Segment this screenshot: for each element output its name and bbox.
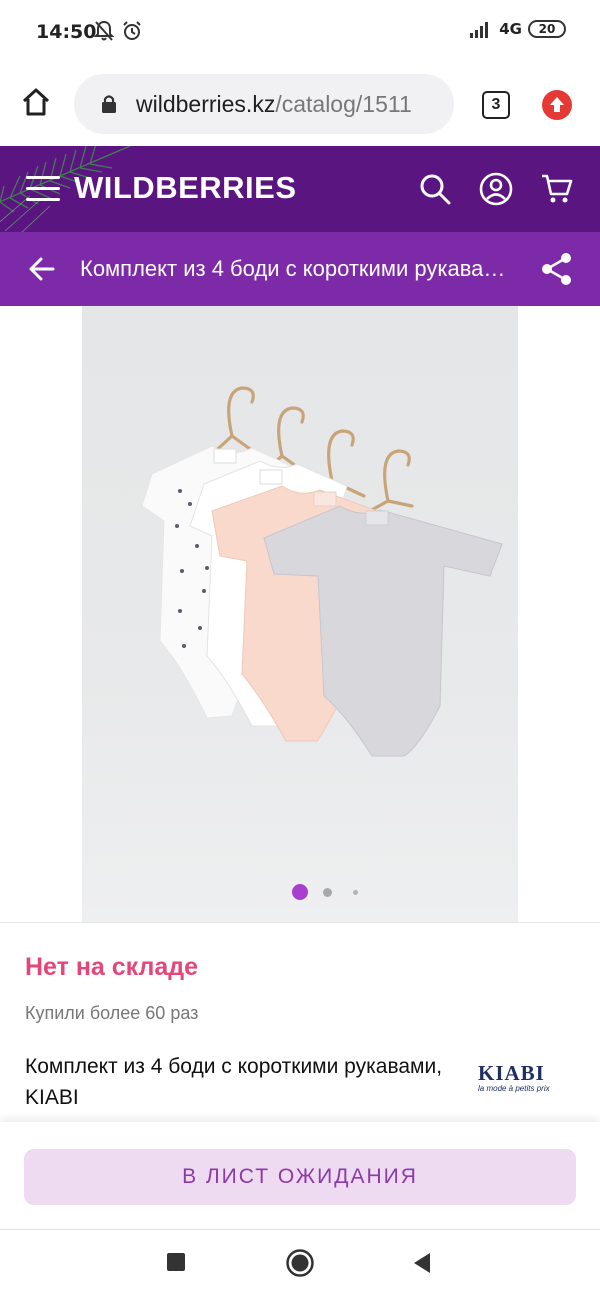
lock-icon: [102, 95, 116, 113]
slide-dot[interactable]: [353, 890, 358, 895]
android-nav-bar: [0, 1230, 600, 1299]
product-gallery[interactable]: [0, 306, 600, 922]
url-text: wildberries.kz/catalog/1511: [136, 91, 412, 118]
product-info: Нет на складе Купили более 60 раз Компле…: [0, 922, 600, 1132]
back-arrow-icon[interactable]: [28, 255, 56, 283]
share-icon[interactable]: [540, 252, 574, 286]
purchase-count: Купили более 60 раз: [25, 1003, 199, 1023]
battery-icon: 20: [528, 20, 566, 38]
site-logo[interactable]: WILDBERRIES: [74, 170, 297, 206]
product-photo[interactable]: [82, 306, 518, 922]
product-title-bar: Комплект из 4 боди с короткими рукавами,…: [0, 232, 600, 306]
status-bar: 14:50 4G 20: [0, 0, 600, 64]
menu-icon[interactable]: [26, 176, 60, 202]
status-time: 14:50: [36, 21, 97, 43]
signal-icon: [470, 22, 489, 38]
network-type: 4G: [499, 20, 522, 38]
recents-icon[interactable]: [166, 1252, 186, 1272]
browser-toolbar: wildberries.kz/catalog/1511 3: [0, 64, 600, 146]
slide-dot-active[interactable]: [292, 884, 308, 900]
search-icon[interactable]: [418, 172, 452, 206]
bell-off-icon: [94, 20, 114, 41]
tabs-icon[interactable]: 3: [482, 91, 510, 119]
url-path: /catalog/1511: [275, 91, 412, 117]
bottom-action-panel: В ЛИСТ ОЖИДАНИЯ: [0, 1122, 600, 1230]
profile-icon[interactable]: [479, 172, 513, 206]
slide-indicator: [0, 884, 600, 906]
home-icon[interactable]: [20, 86, 52, 118]
cart-icon[interactable]: [540, 172, 574, 206]
page-title: Комплект из 4 боди с короткими рукавами,…: [80, 256, 520, 281]
product-name: Комплект из 4 боди с короткими рукавами,…: [25, 1055, 443, 1109]
brand-logo[interactable]: KIABI la mode à petits prix: [478, 1061, 554, 1093]
site-header: WILDBERRIES: [0, 146, 600, 232]
wait-list-button[interactable]: В ЛИСТ ОЖИДАНИЯ: [24, 1149, 576, 1205]
back-triangle-icon[interactable]: [412, 1252, 432, 1274]
bodysuits-illustration: [141, 386, 503, 757]
brand-tagline: la mode à petits prix: [478, 1084, 550, 1093]
brand-logo-text: KIABI: [478, 1061, 545, 1085]
update-icon[interactable]: [542, 90, 572, 120]
url-host: wildberries.kz: [136, 91, 276, 117]
alarm-icon: [123, 21, 141, 40]
home-circle-icon[interactable]: [285, 1248, 315, 1278]
stock-status: Нет на складе: [25, 953, 199, 981]
url-field[interactable]: wildberries.kz/catalog/1511: [74, 74, 454, 134]
slide-dot[interactable]: [323, 888, 332, 897]
